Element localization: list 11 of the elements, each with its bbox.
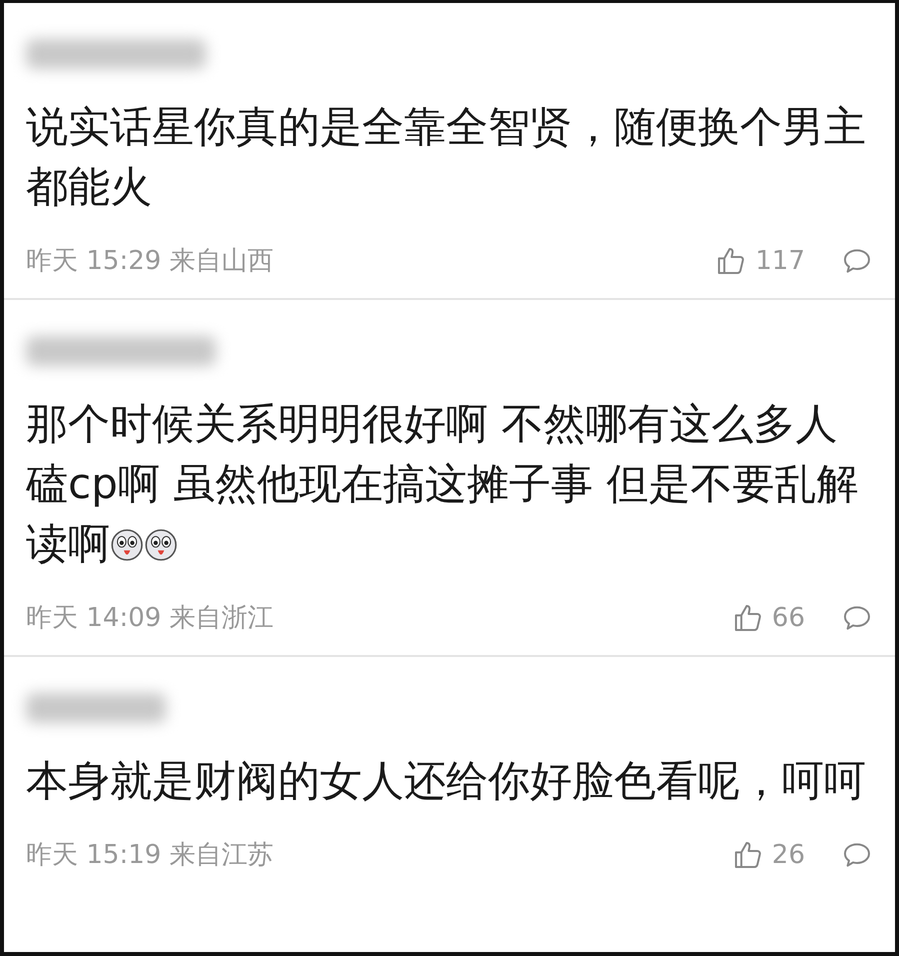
dog-face-icon (144, 528, 178, 562)
dog-face-icon (110, 528, 144, 562)
comment-text: 本身就是财阀的女人还给你好脸色看呢，呵呵 (26, 755, 867, 807)
comment-time: 昨天 14:09 来自浙江 (26, 602, 274, 635)
comment-text: 那个时候关系明明很好啊 不然哪有这么多人磕cp啊 虽然他现在搞这摊子事 但是不要乱解读啊 (26, 398, 860, 570)
comment-text: 说实话星你真的是全靠全智贤，随便换个男主都能火 (26, 101, 867, 213)
like-button[interactable]: 66 (732, 602, 805, 634)
like-button[interactable]: 117 (715, 244, 805, 276)
comment-time: 昨天 15:29 来自山西 (26, 245, 274, 278)
comment-time: 昨天 15:19 来自江苏 (26, 839, 274, 872)
like-button[interactable]: 26 (732, 838, 805, 870)
